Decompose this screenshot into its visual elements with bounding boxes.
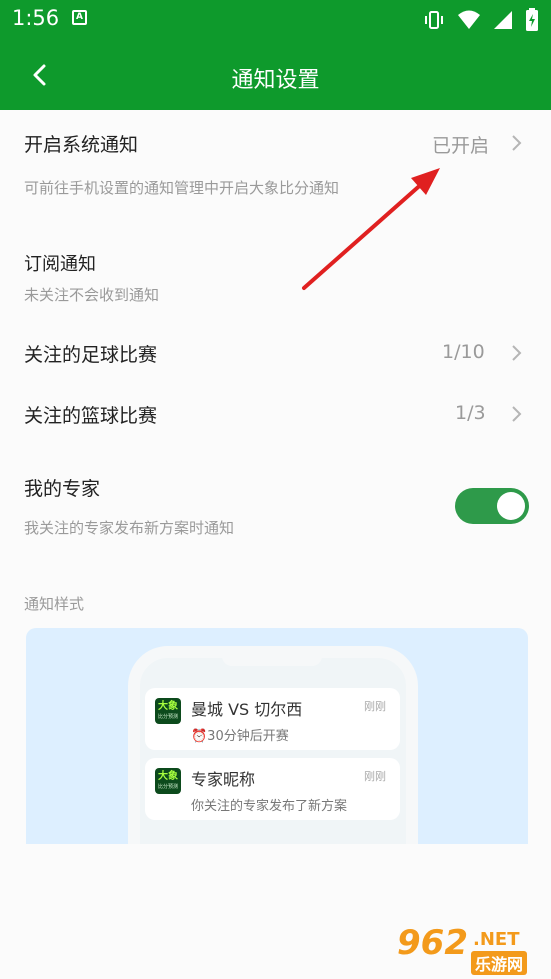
notification-title: 曼城 VS 切尔西 — [191, 700, 303, 719]
football-count: 1/10 — [442, 341, 485, 363]
watermark-net: .NET — [473, 929, 520, 950]
my-experts-toggle[interactable] — [455, 488, 529, 524]
basketball-count: 1/3 — [455, 402, 486, 424]
status-bar: 1:56 A — [0, 0, 551, 40]
system-notification-title: 开启系统通知 — [24, 134, 139, 156]
app-logo: 大象 比分预测 — [155, 768, 181, 794]
notification-style-label: 通知样式 — [24, 595, 85, 613]
toggle-knob — [497, 492, 525, 520]
subscription-description: 未关注不会收到通知 — [24, 286, 160, 304]
chevron-right-icon — [512, 345, 522, 361]
notification-card: 大象 比分预测 曼城 VS 切尔西 刚刚 ⏰30分钟后开赛 — [145, 688, 400, 750]
my-experts-description: 我关注的专家发布新方案时通知 — [24, 519, 235, 537]
status-time: 1:56 — [12, 6, 60, 30]
battery-icon — [526, 8, 538, 31]
notification-a-icon: A — [72, 10, 87, 25]
notification-time: 刚刚 — [364, 700, 386, 713]
signal-icon — [494, 11, 512, 29]
vibrate-icon — [425, 11, 443, 29]
app-logo: 大象 比分预测 — [155, 698, 181, 724]
football-title: 关注的足球比赛 — [24, 344, 158, 366]
notification-body: 你关注的专家发布了新方案 — [191, 799, 348, 814]
app-logo-text: 大象 — [158, 701, 178, 712]
system-notification-status: 已开启 — [432, 135, 490, 157]
phone-notch — [222, 646, 322, 666]
watermark-sub: 乐游网 — [471, 951, 528, 975]
notification-card: 大象 比分预测 专家昵称 刚刚 你关注的专家发布了新方案 — [145, 758, 400, 820]
chevron-right-icon — [512, 406, 522, 422]
app-logo-subtext: 比分预测 — [157, 784, 178, 790]
app-bar: 通知设置 — [0, 40, 551, 110]
system-notification-description: 可前往手机设置的通知管理中开启大象比分通知 — [24, 179, 340, 197]
app-logo-text: 大象 — [158, 771, 178, 782]
chevron-right-icon — [512, 135, 522, 151]
page-title: 通知设置 — [231, 68, 320, 93]
settings-content — [0, 110, 551, 979]
notification-body: ⏰30分钟后开赛 — [191, 729, 289, 744]
my-experts-title: 我的专家 — [24, 478, 101, 500]
subscription-title: 订阅通知 — [24, 254, 96, 275]
app-logo-subtext: 比分预测 — [157, 714, 178, 720]
basketball-title: 关注的篮球比赛 — [24, 405, 158, 427]
notification-style-preview: 大象 比分预测 曼城 VS 切尔西 刚刚 ⏰30分钟后开赛 大象 比分预测 专家… — [26, 628, 528, 844]
watermark-number: 962 — [397, 923, 468, 963]
system-icons — [423, 8, 539, 32]
watermark-logo: 962 .NET 乐游网 — [397, 923, 547, 975]
wifi-icon — [458, 10, 480, 29]
notification-time: 刚刚 — [364, 770, 386, 783]
phone-mockup: 大象 比分预测 曼城 VS 切尔西 刚刚 ⏰30分钟后开赛 大象 比分预测 专家… — [128, 646, 418, 844]
notification-title: 专家昵称 — [191, 770, 256, 789]
